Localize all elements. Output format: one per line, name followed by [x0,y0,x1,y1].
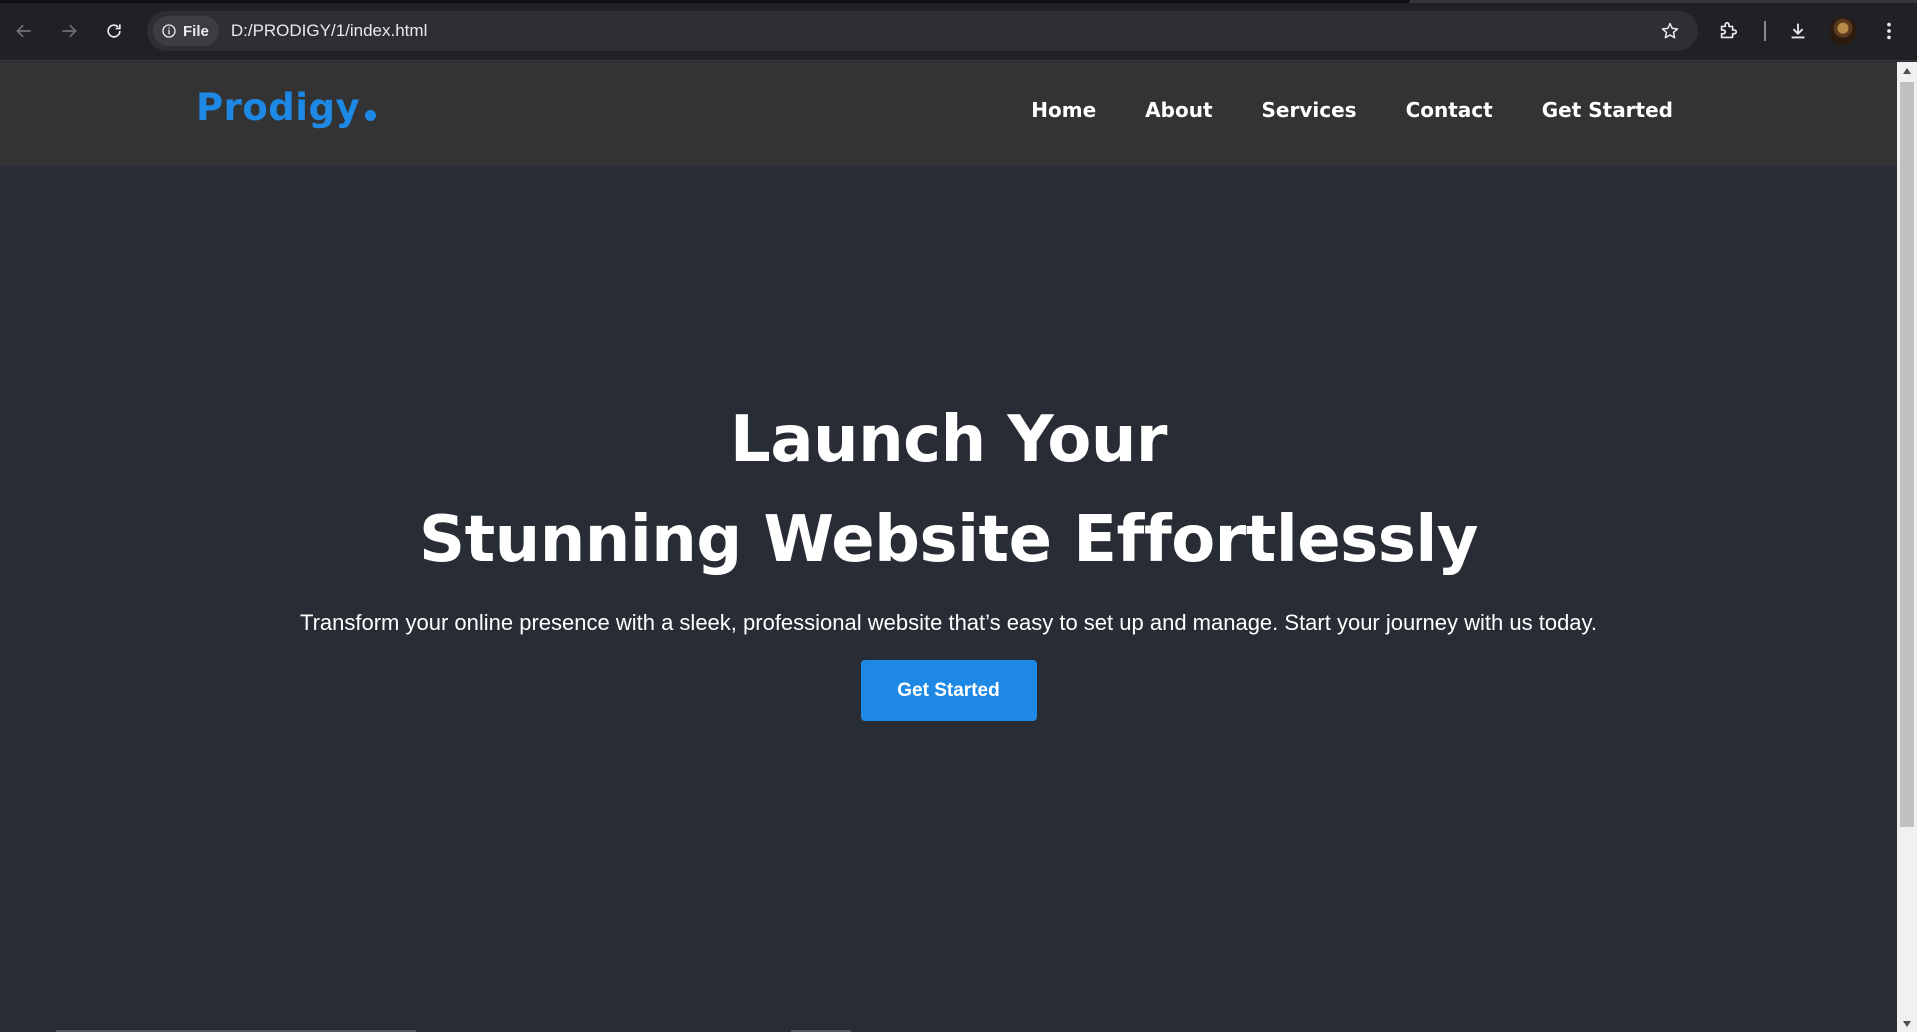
back-button[interactable] [8,15,40,47]
url-text[interactable]: D:/PRODIGY/1/index.html [231,21,428,41]
logo-dot [365,110,377,121]
hero-title-line-1: Launch Your [730,403,1167,477]
nav-about[interactable]: About [1145,98,1212,122]
extensions-button[interactable] [1712,15,1744,47]
site-info-chip[interactable]: File [153,16,219,46]
main-nav: Home About Services Contact Get Started [982,98,1673,122]
hero-section: Launch Your Stunning Website Effortlessl… [0,166,1897,721]
nav-services[interactable]: Services [1262,98,1357,122]
site-header: Prodigy Home About Services Contact Get … [0,62,1897,166]
caret-down-icon [1903,1020,1911,1027]
logo-text: Prodigy [196,86,361,129]
vertical-scrollbar[interactable] [1897,62,1917,1032]
toolbar-divider [1764,21,1766,41]
nav-get-started[interactable]: Get Started [1542,98,1673,122]
nav-home[interactable]: Home [1031,98,1096,122]
forward-button[interactable] [53,15,85,47]
puzzle-icon [1720,21,1738,39]
scrollbar-thumb[interactable] [1900,82,1914,827]
bookmark-button[interactable] [1656,17,1684,45]
profile-avatar[interactable] [1829,17,1857,45]
reload-icon [107,24,121,38]
arrow-left-icon [16,24,31,38]
hero-subtitle: Transform your online presence with a sl… [299,610,1598,635]
site-chip-label: File [183,22,209,40]
site-logo[interactable]: Prodigy [196,86,377,129]
address-bar[interactable]: File D:/PRODIGY/1/index.html [147,11,1698,51]
page-viewport: Prodigy Home About Services Contact Get … [0,62,1897,1032]
nav-contact[interactable]: Contact [1406,98,1493,122]
downloads-button[interactable] [1782,15,1814,47]
arrow-right-icon [62,24,77,38]
browser-menu-button[interactable] [1873,15,1905,47]
download-icon [1791,23,1805,39]
info-icon [162,24,176,38]
get-started-button[interactable]: Get Started [860,660,1037,721]
caret-up-icon [1903,67,1911,74]
browser-toolbar: File D:/PRODIGY/1/index.html [0,0,1917,61]
star-icon [1661,22,1679,39]
scroll-down-arrow[interactable] [1897,1015,1917,1032]
more-vert-icon [1887,22,1891,40]
reload-button[interactable] [98,15,130,47]
hero-title-line-2: Stunning Website Effortlessly [418,503,1479,577]
scroll-up-arrow[interactable] [1897,62,1917,79]
active-tab-edge [0,0,1410,3]
